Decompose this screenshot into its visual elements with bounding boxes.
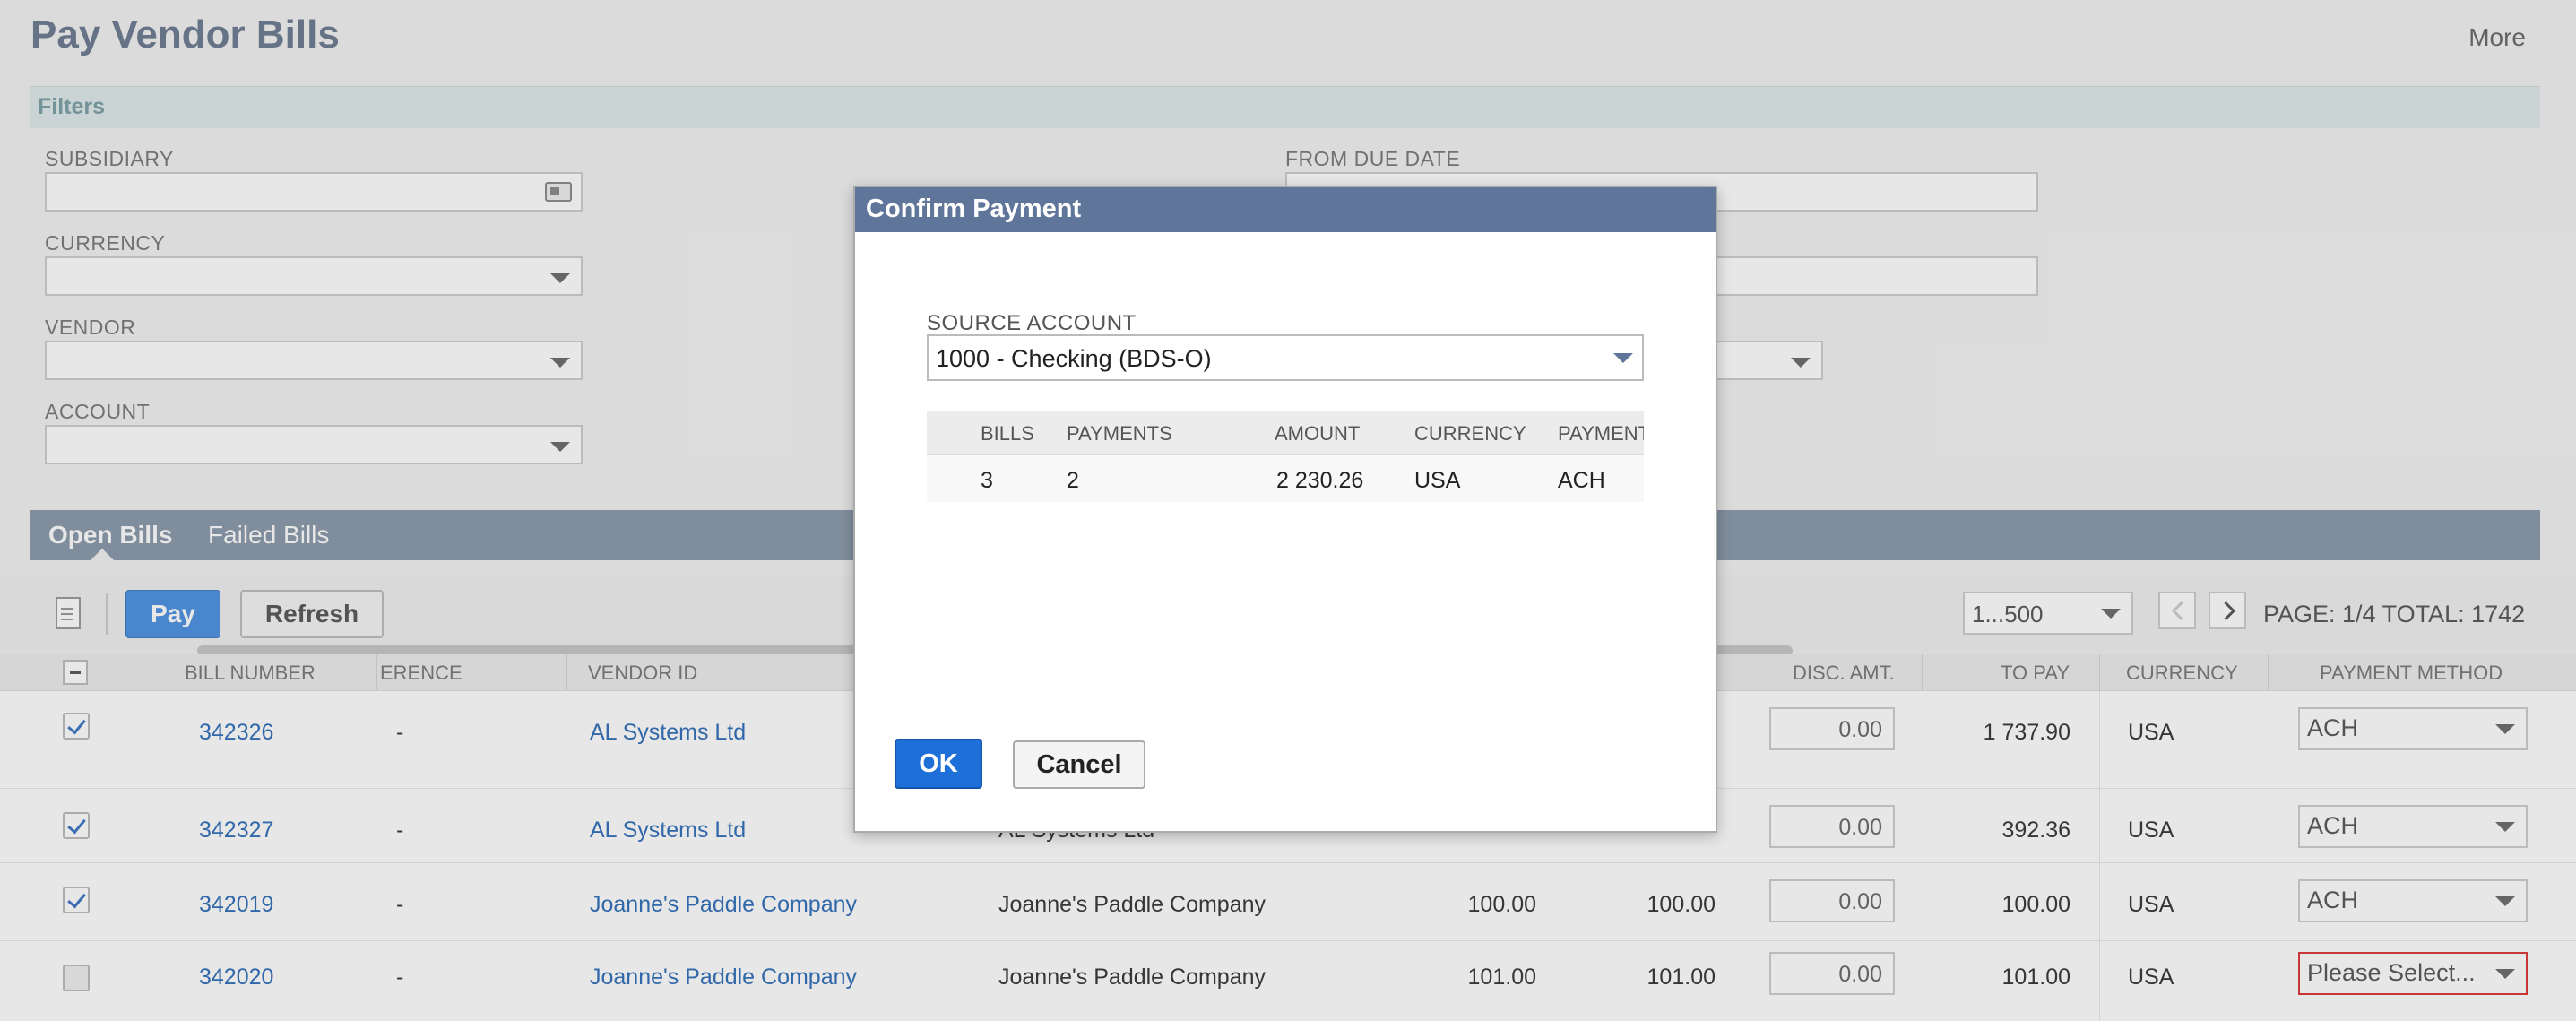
summary-currency-value: USA <box>1414 468 1461 493</box>
summary-payment-value: ACH <box>1558 468 1605 493</box>
dialog-header: Confirm Payment <box>855 187 1716 232</box>
ok-button[interactable]: OK <box>895 739 982 789</box>
source-account-select[interactable]: 1000 - Checking (BDS-O) <box>927 334 1644 381</box>
summary-bills-value: 3 <box>981 468 993 493</box>
summary-amount-value: 2 230.26 <box>1276 468 1364 493</box>
source-account-value: 1000 - Checking (BDS-O) <box>936 345 1212 372</box>
summary-col-bills: BILLS <box>981 422 1034 445</box>
summary-col-payments: PAYMENTS <box>1067 422 1172 445</box>
confirm-payment-dialog: Confirm Payment SOURCE ACCOUNT 1000 - Ch… <box>853 186 1717 833</box>
summary-col-currency: CURRENCY <box>1414 422 1526 445</box>
payment-summary-table: BILLS PAYMENTS AMOUNT CURRENCY PAYMENT 3… <box>927 411 1644 503</box>
chevron-down-icon <box>1613 353 1633 363</box>
summary-header: BILLS PAYMENTS AMOUNT CURRENCY PAYMENT <box>927 411 1644 455</box>
summary-col-amount: AMOUNT <box>1275 422 1361 445</box>
summary-payments-value: 2 <box>1067 468 1079 493</box>
summary-col-payment: PAYMENT <box>1558 422 1644 445</box>
cancel-button[interactable]: Cancel <box>1013 740 1145 789</box>
source-account-label: SOURCE ACCOUNT <box>927 311 1137 335</box>
dialog-title: Confirm Payment <box>866 195 1082 223</box>
summary-row: 3 2 2 230.26 USA ACH <box>927 455 1644 502</box>
